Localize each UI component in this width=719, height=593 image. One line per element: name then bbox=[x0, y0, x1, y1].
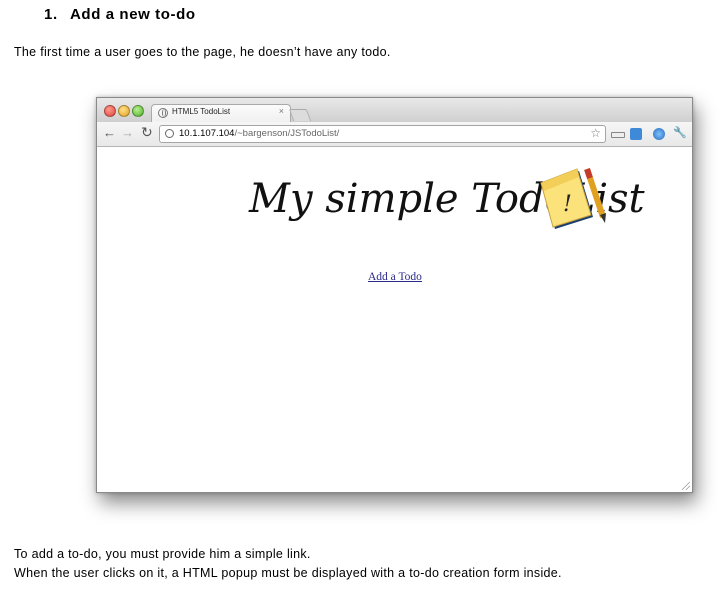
section-number: 1. bbox=[44, 6, 58, 23]
back-arrow-icon[interactable]: ← bbox=[103, 126, 116, 140]
wrench-icon[interactable]: 🔧 bbox=[673, 126, 687, 139]
zoom-window-button[interactable] bbox=[132, 105, 144, 117]
tab-close-icon[interactable]: × bbox=[279, 106, 284, 116]
tab-title: HTML5 TodoList bbox=[172, 107, 231, 116]
notepad-pencil-icon: ! bbox=[540, 168, 606, 229]
url-text: 10.1.107.104/~bargenson/JSTodoList/ bbox=[179, 128, 340, 139]
browser-titlebar: HTML5 TodoList × bbox=[97, 98, 692, 123]
add-todo-link[interactable]: Add a Todo bbox=[368, 271, 422, 283]
globe-icon[interactable] bbox=[653, 128, 665, 140]
outro-line-1: To add a to-do, you must provide him a s… bbox=[14, 547, 311, 561]
bookmark-star-icon[interactable]: ☆ bbox=[590, 126, 601, 140]
page-viewport: My simple TodoList ! Add a Todo bbox=[97, 147, 692, 492]
note-exclamation: ! bbox=[563, 192, 572, 217]
close-window-button[interactable] bbox=[104, 105, 116, 117]
outro-line-2: When the user clicks on it, a HTML popup… bbox=[14, 566, 562, 580]
forward-arrow-icon[interactable]: → bbox=[121, 126, 134, 140]
section-heading: 1. Add a new to-do bbox=[44, 6, 196, 23]
puzzle-icon[interactable] bbox=[630, 128, 642, 140]
browser-tab[interactable]: HTML5 TodoList × bbox=[151, 104, 291, 123]
reload-icon[interactable]: ↻ bbox=[141, 125, 153, 139]
intro-paragraph: The first time a user goes to the page, … bbox=[14, 45, 391, 59]
new-tab-button[interactable] bbox=[288, 109, 312, 121]
browser-toolbar: ← → ↻ 10.1.107.104/~bargenson/JSTodoList… bbox=[97, 122, 692, 147]
section-title: Add a new to-do bbox=[70, 6, 196, 23]
page-icon[interactable] bbox=[611, 132, 625, 138]
app-logo-text: My simple TodoList bbox=[249, 176, 645, 222]
globe-icon bbox=[158, 108, 168, 118]
resize-grip-icon[interactable] bbox=[682, 482, 690, 490]
browser-window: HTML5 TodoList × ← → ↻ 10.1.107.104/~bar… bbox=[96, 97, 693, 493]
address-bar[interactable]: 10.1.107.104/~bargenson/JSTodoList/ ☆ bbox=[159, 125, 606, 143]
minimize-window-button[interactable] bbox=[118, 105, 130, 117]
site-globe-icon bbox=[165, 129, 174, 138]
